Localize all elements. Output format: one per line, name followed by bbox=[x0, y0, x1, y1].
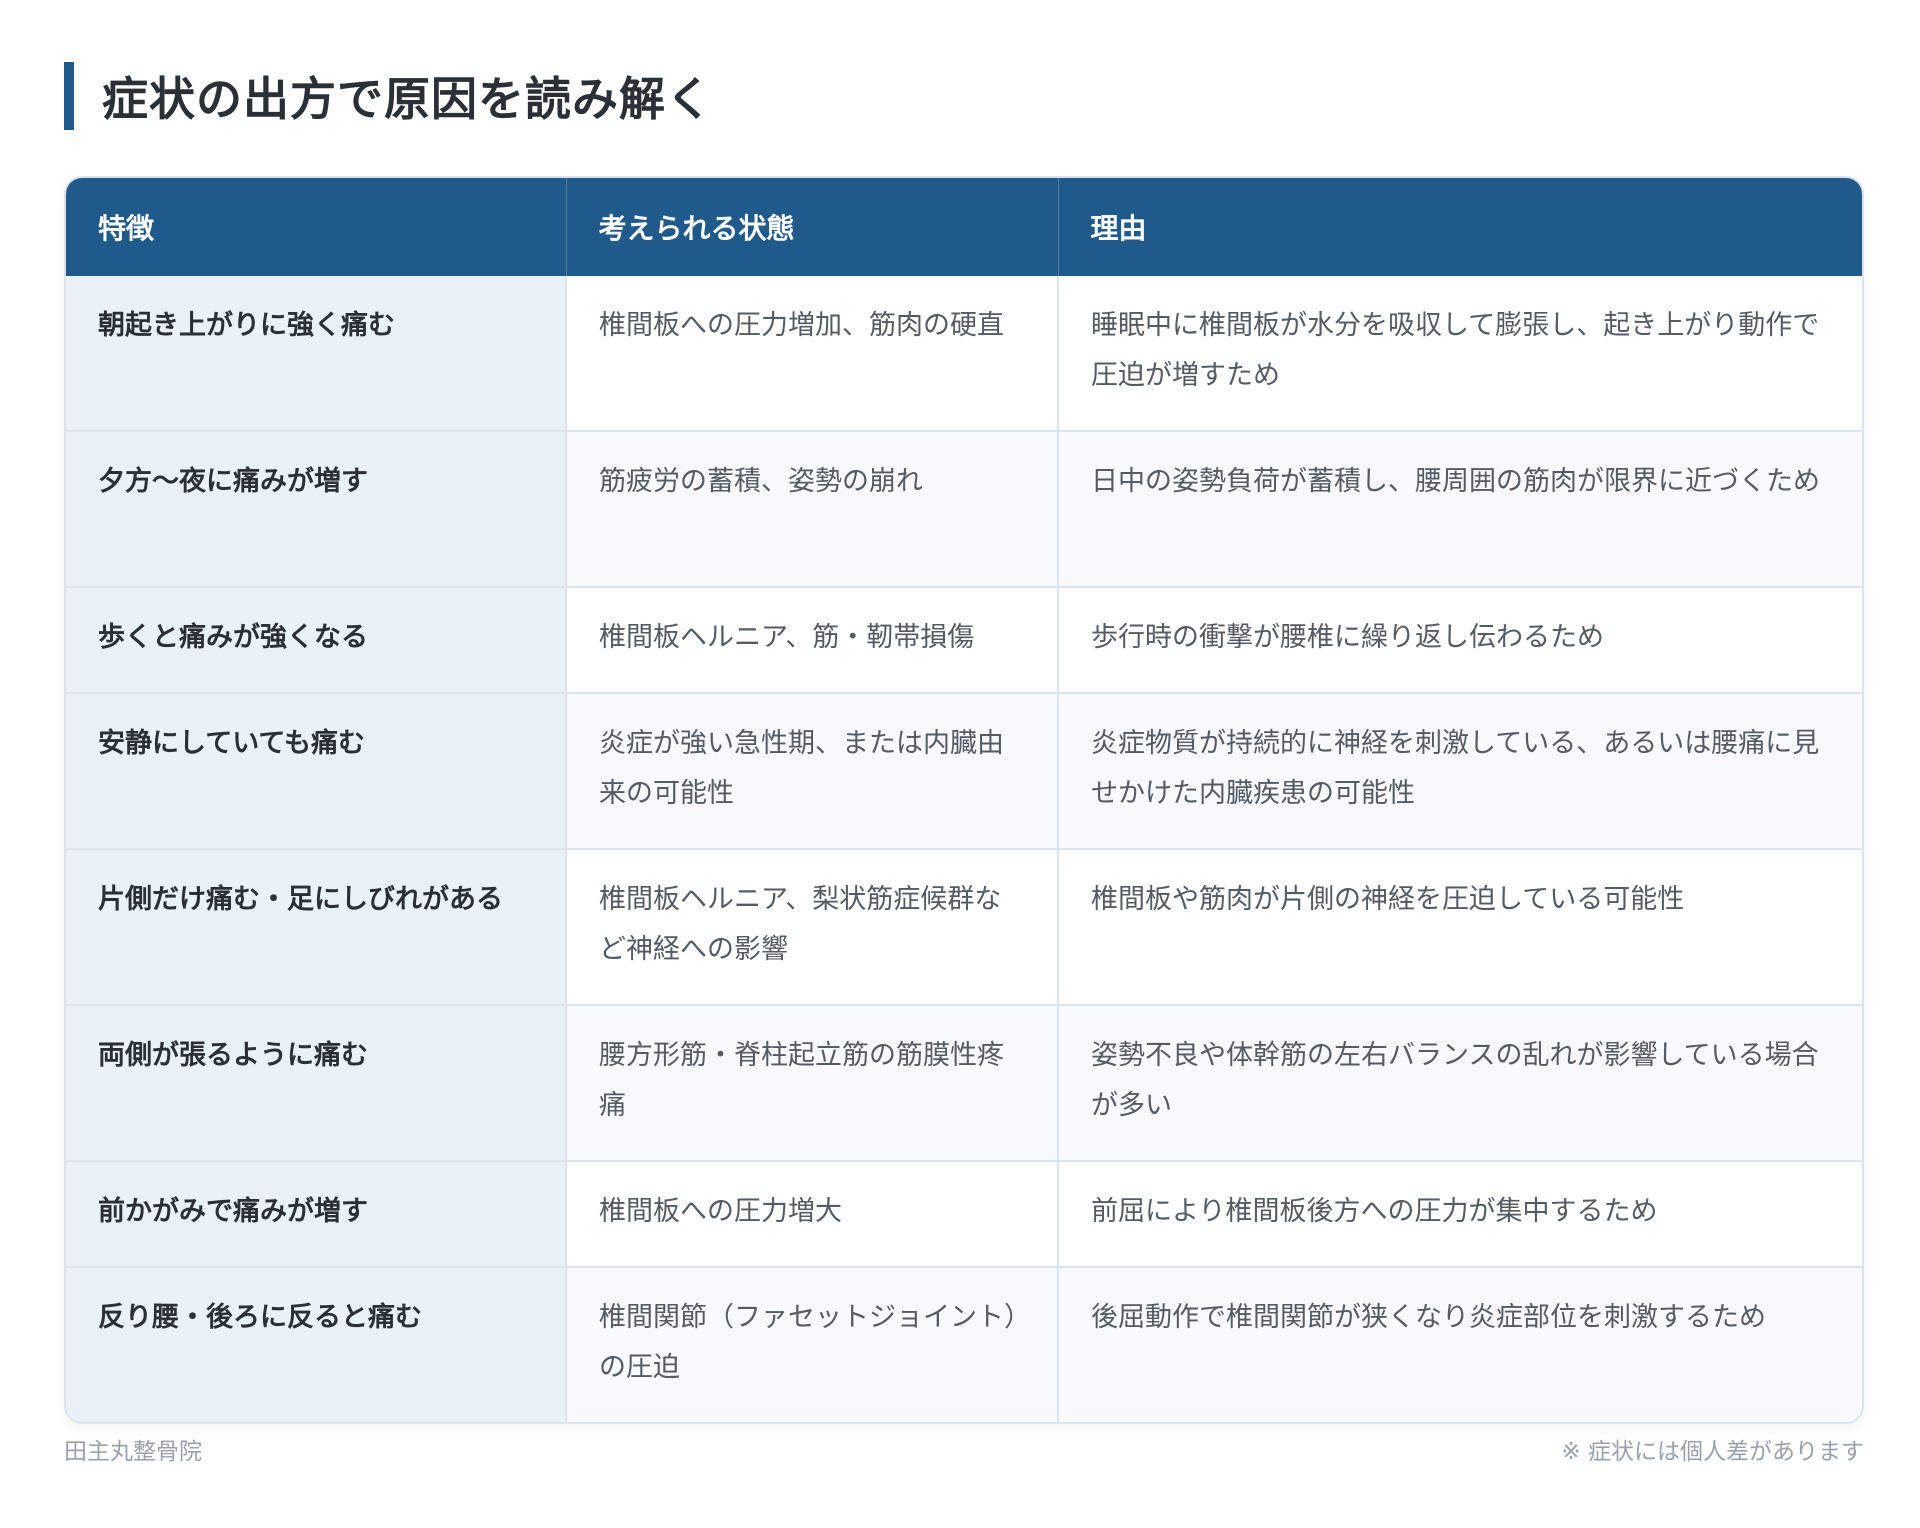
page-container: 症状の出方で原因を読み解く 特徴 考えられる状態 理由 朝起き上がりに強く痛む … bbox=[64, 60, 1864, 1424]
header-condition: 考えられる状態 bbox=[566, 178, 1059, 276]
header-reason: 理由 bbox=[1058, 178, 1862, 276]
reason-cell: 椎間板や筋肉が片側の神経を圧迫している可能性 bbox=[1058, 848, 1862, 1005]
title-accent-bar bbox=[64, 62, 74, 130]
table-row: 夕方〜夜に痛みが増す 筋疲労の蓄積、姿勢の崩れ 日中の姿勢負荷が蓄積し、腰周囲の… bbox=[66, 430, 1862, 587]
reason-cell: 姿勢不良や体幹筋の左右バランスの乱れが影響している場合が多い bbox=[1058, 1004, 1862, 1161]
footer: 田主丸整骨院 ※ 症状には個人差があります bbox=[64, 1432, 1864, 1466]
feature-cell: 朝起き上がりに強く痛む bbox=[66, 276, 567, 431]
page-title: 症状の出方で原因を読み解く bbox=[102, 72, 713, 126]
condition-cell: 椎間板への圧力増大 bbox=[566, 1160, 1059, 1267]
symptom-table-wrapper: 特徴 考えられる状態 理由 朝起き上がりに強く痛む 椎間板への圧力増加、筋肉の硬… bbox=[64, 176, 1864, 1424]
header-feature: 特徴 bbox=[66, 178, 567, 276]
table-row: 反り腰・後ろに反ると痛む 椎間関節（ファセットジョイント）の圧迫 後屈動作で椎間… bbox=[66, 1266, 1862, 1422]
condition-cell: 腰方形筋・脊柱起立筋の筋膜性疼痛 bbox=[566, 1004, 1059, 1161]
table-row: 前かがみで痛みが増す 椎間板への圧力増大 前屈により椎間板後方への圧力が集中する… bbox=[66, 1160, 1862, 1267]
feature-cell: 片側だけ痛む・足にしびれがある bbox=[66, 848, 567, 1005]
feature-cell: 夕方〜夜に痛みが増す bbox=[66, 430, 567, 587]
feature-cell: 歩くと痛みが強くなる bbox=[66, 586, 567, 693]
symptom-table: 特徴 考えられる状態 理由 朝起き上がりに強く痛む 椎間板への圧力増加、筋肉の硬… bbox=[66, 178, 1862, 1422]
condition-cell: 筋疲労の蓄積、姿勢の崩れ bbox=[566, 430, 1059, 587]
feature-cell: 両側が張るように痛む bbox=[66, 1004, 567, 1161]
disclaimer-note: ※ 症状には個人差があります bbox=[1561, 1439, 1864, 1465]
reason-cell: 睡眠中に椎間板が水分を吸収して膨張し、起き上がり動作で圧迫が増すため bbox=[1058, 276, 1862, 431]
reason-cell: 前屈により椎間板後方への圧力が集中するため bbox=[1058, 1160, 1862, 1267]
table-header-row: 特徴 考えられる状態 理由 bbox=[66, 178, 1862, 276]
table-row: 両側が張るように痛む 腰方形筋・脊柱起立筋の筋膜性疼痛 姿勢不良や体幹筋の左右バ… bbox=[66, 1004, 1862, 1161]
feature-cell: 反り腰・後ろに反ると痛む bbox=[66, 1266, 567, 1422]
table-row: 歩くと痛みが強くなる 椎間板ヘルニア、筋・靭帯損傷 歩行時の衝撃が腰椎に繰り返し… bbox=[66, 586, 1862, 693]
condition-cell: 椎間板ヘルニア、梨状筋症候群など神経への影響 bbox=[566, 848, 1059, 1005]
feature-cell: 安静にしていても痛む bbox=[66, 692, 567, 849]
condition-cell: 椎間板ヘルニア、筋・靭帯損傷 bbox=[566, 586, 1059, 693]
table-row: 安静にしていても痛む 炎症が強い急性期、または内臓由来の可能性 炎症物質が持続的… bbox=[66, 692, 1862, 849]
condition-cell: 炎症が強い急性期、または内臓由来の可能性 bbox=[566, 692, 1059, 849]
clinic-name: 田主丸整骨院 bbox=[64, 1439, 202, 1465]
reason-cell: 炎症物質が持続的に神経を刺激している、あるいは腰痛に見せかけた内臓疾患の可能性 bbox=[1058, 692, 1862, 849]
reason-cell: 歩行時の衝撃が腰椎に繰り返し伝わるため bbox=[1058, 586, 1862, 693]
condition-cell: 椎間関節（ファセットジョイント）の圧迫 bbox=[566, 1266, 1059, 1422]
condition-cell: 椎間板への圧力増加、筋肉の硬直 bbox=[566, 276, 1059, 431]
table-row: 朝起き上がりに強く痛む 椎間板への圧力増加、筋肉の硬直 睡眠中に椎間板が水分を吸… bbox=[66, 276, 1862, 431]
reason-cell: 日中の姿勢負荷が蓄積し、腰周囲の筋肉が限界に近づくため bbox=[1058, 430, 1862, 587]
reason-cell: 後屈動作で椎間関節が狭くなり炎症部位を刺激するため bbox=[1058, 1266, 1862, 1422]
feature-cell: 前かがみで痛みが増す bbox=[66, 1160, 567, 1267]
table-row: 片側だけ痛む・足にしびれがある 椎間板ヘルニア、梨状筋症候群など神経への影響 椎… bbox=[66, 848, 1862, 1005]
title-row: 症状の出方で原因を読み解く bbox=[64, 60, 1864, 132]
